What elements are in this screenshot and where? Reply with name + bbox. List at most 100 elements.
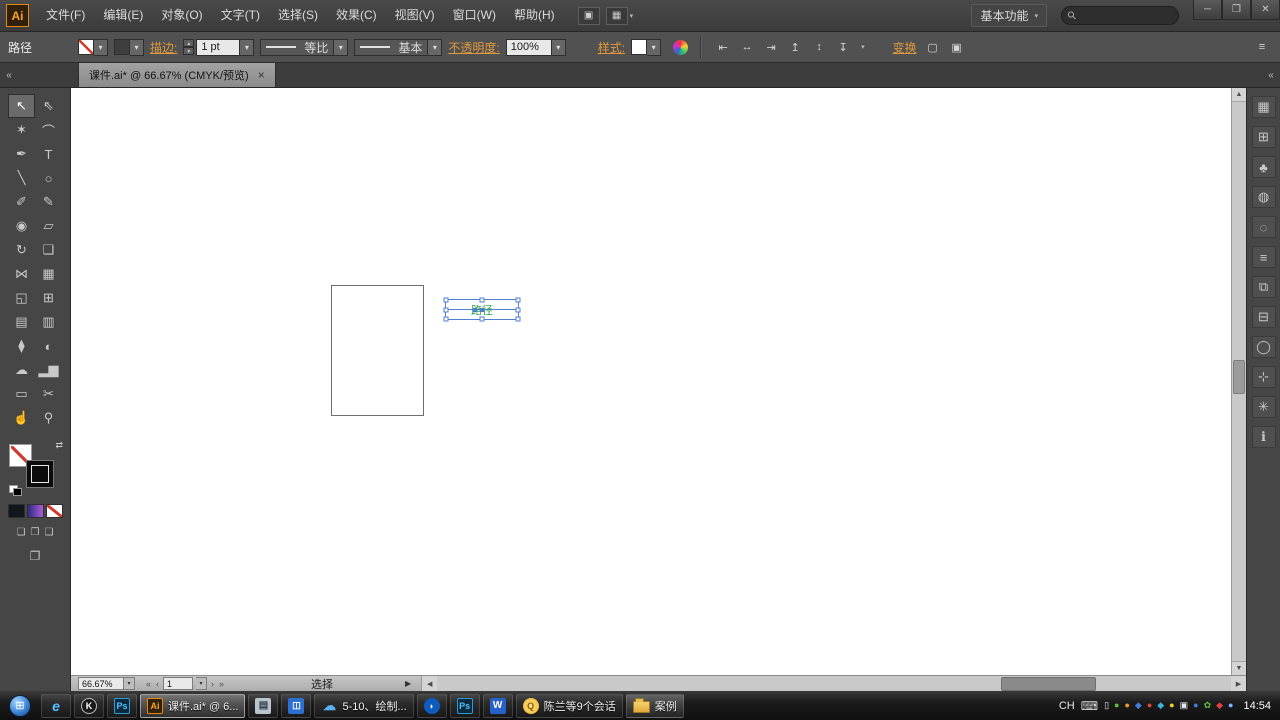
- symbol-sprayer-tool[interactable]: ☁: [8, 358, 35, 382]
- menu-item[interactable]: 帮助(H): [505, 0, 564, 31]
- vertical-scrollbar[interactable]: ▲ ▼: [1231, 88, 1246, 675]
- task-folder-anli[interactable]: 案例: [625, 693, 684, 718]
- first-artboard-button[interactable]: «: [145, 679, 152, 689]
- horizontal-scrollbar-thumb[interactable]: [1000, 676, 1097, 691]
- last-artboard-button[interactable]: »: [218, 679, 225, 689]
- none-button[interactable]: [45, 504, 63, 518]
- draw-normal-mode-button[interactable]: ❏: [17, 527, 26, 538]
- shape-builder-tool[interactable]: ◱: [8, 286, 35, 310]
- restore-button[interactable]: ❐: [1222, 0, 1251, 20]
- chevron-down-icon[interactable]: ▾: [124, 677, 135, 690]
- panel-layers[interactable]: ⧉: [1251, 276, 1276, 298]
- task-im[interactable]: ◫: [281, 693, 312, 718]
- tray-icon[interactable]: ●: [1193, 701, 1198, 710]
- close-tab-icon[interactable]: ×: [258, 68, 265, 82]
- select-similar-icon[interactable]: ▣: [947, 38, 967, 56]
- eraser-tool[interactable]: ▱: [35, 214, 62, 238]
- stroke-width-stepper[interactable]: ▴ ▾: [183, 39, 195, 55]
- opacity-combo[interactable]: 100% ▾: [505, 38, 566, 56]
- language-indicator[interactable]: CH: [1059, 700, 1075, 712]
- menu-item[interactable]: 视图(V): [386, 0, 444, 31]
- artboard-number-field[interactable]: 1: [163, 677, 194, 690]
- blend-tool[interactable]: ◐: [35, 334, 62, 358]
- task-photoshop-2[interactable]: Ps: [449, 693, 480, 718]
- panel-artboards[interactable]: ⊟: [1251, 306, 1276, 328]
- opacity-panel-link[interactable]: 不透明度:: [448, 39, 499, 56]
- fill-swatch[interactable]: [78, 39, 95, 55]
- task-photoshop[interactable]: Ps: [107, 693, 137, 718]
- expand-panels-icon[interactable]: «: [1262, 63, 1280, 87]
- align-center-horizontal-icon[interactable]: ↔: [737, 38, 757, 56]
- chevron-down-icon[interactable]: ▾: [130, 38, 145, 56]
- align-bottom-icon[interactable]: ↧: [833, 38, 853, 56]
- tray-icon[interactable]: ✿: [1204, 701, 1212, 710]
- task-qq-sessions[interactable]: Q 陈兰等9个会话: [515, 693, 623, 718]
- selected-text-object[interactable]: 路径: [443, 297, 521, 322]
- draw-inside-mode-button[interactable]: ❑: [44, 527, 53, 538]
- draw-behind-mode-button[interactable]: ❐: [31, 527, 40, 538]
- line-tool[interactable]: ╲: [8, 166, 35, 190]
- tray-icon[interactable]: ●: [1169, 701, 1174, 710]
- status-popup-icon[interactable]: ▶: [405, 679, 411, 688]
- stroke-panel-link[interactable]: 描边:: [150, 39, 177, 56]
- document-icon[interactable]: ▣: [577, 6, 600, 25]
- arrange-documents-icon[interactable]: ▦: [605, 6, 628, 25]
- chevron-down-icon[interactable]: ▾: [428, 38, 443, 56]
- tray-icon[interactable]: ●: [1114, 701, 1119, 710]
- gradient-button[interactable]: [26, 504, 44, 518]
- style-panel-link[interactable]: 样式:: [598, 39, 625, 56]
- width-profile-dropdown[interactable]: 等比 ▾: [260, 38, 349, 56]
- start-button[interactable]: ⊞: [2, 692, 38, 719]
- horizontal-scrollbar[interactable]: ◀ ▶: [421, 675, 1246, 692]
- tray-icon[interactable]: ●: [1124, 701, 1129, 710]
- search-box[interactable]: ⚲: [1061, 6, 1179, 25]
- center-point[interactable]: [480, 307, 484, 312]
- horizontal-scrollbar-track[interactable]: [437, 676, 1231, 692]
- brush-definition-dropdown[interactable]: 基本 ▾: [354, 38, 443, 56]
- document-tab[interactable]: 课件.ai* @ 66.67% (CMYK/预览) ×: [78, 63, 276, 87]
- swap-fill-stroke-icon[interactable]: ⇄: [55, 440, 63, 451]
- search-input[interactable]: [1080, 9, 1169, 22]
- tray-icon[interactable]: ◆: [1135, 701, 1142, 710]
- align-dropdown-icon[interactable]: ▾: [861, 43, 865, 51]
- rotate-tool[interactable]: ↻: [8, 238, 35, 262]
- menu-item[interactable]: 对象(O): [152, 0, 211, 31]
- scroll-left-icon[interactable]: ◀: [422, 675, 438, 692]
- tray-icon[interactable]: ●: [1147, 701, 1152, 710]
- fill-swatch-dropdown[interactable]: ▾: [78, 38, 109, 56]
- transform-panel-link[interactable]: 变换: [893, 39, 917, 56]
- panel-appearance[interactable]: ◯: [1251, 336, 1276, 358]
- align-left-icon[interactable]: ⇤: [713, 38, 733, 56]
- chevron-down-icon[interactable]: ▾: [647, 38, 662, 56]
- color-button[interactable]: [7, 504, 25, 518]
- chevron-down-icon[interactable]: ▾: [94, 38, 109, 56]
- panel-menu-icon[interactable]: ≡: [1252, 38, 1272, 56]
- menu-item[interactable]: 编辑(E): [94, 0, 152, 31]
- width-profile-value[interactable]: 等比: [260, 38, 335, 56]
- pen-tool[interactable]: ✒: [8, 142, 35, 166]
- ellipse-tool[interactable]: ○: [35, 166, 62, 190]
- selection-handle[interactable]: [515, 297, 521, 303]
- close-button[interactable]: ✕: [1251, 0, 1280, 20]
- magic-wand-tool[interactable]: ✶: [8, 118, 35, 142]
- scroll-up-icon[interactable]: ▲: [1232, 88, 1246, 102]
- chevron-down-icon[interactable]: ▾: [196, 677, 208, 690]
- menu-item[interactable]: 效果(C): [327, 0, 386, 31]
- align-right-icon[interactable]: ⇥: [761, 38, 781, 56]
- zoom-field[interactable]: 66.67%: [78, 677, 124, 690]
- task-notepad[interactable]: ▤: [248, 693, 279, 718]
- tray-icon[interactable]: ◆: [1157, 701, 1164, 710]
- chevron-down-icon[interactable]: ▾: [334, 38, 349, 56]
- direct-selection-tool[interactable]: ⇖: [35, 94, 62, 118]
- selection-handle[interactable]: [479, 316, 485, 322]
- default-fill-stroke-icon[interactable]: [9, 485, 22, 496]
- opacity-field[interactable]: 100%: [505, 38, 552, 56]
- previous-artboard-button[interactable]: ‹: [155, 679, 160, 689]
- pencil-tool[interactable]: ✎: [35, 190, 62, 214]
- workspace-switcher[interactable]: 基本功能 ▾: [971, 4, 1047, 27]
- width-tool[interactable]: ⋈: [8, 262, 35, 286]
- style-swatch[interactable]: [631, 39, 648, 55]
- selection-handle[interactable]: [515, 307, 521, 312]
- selection-handle[interactable]: [479, 297, 485, 303]
- mesh-tool[interactable]: ▤: [8, 310, 35, 334]
